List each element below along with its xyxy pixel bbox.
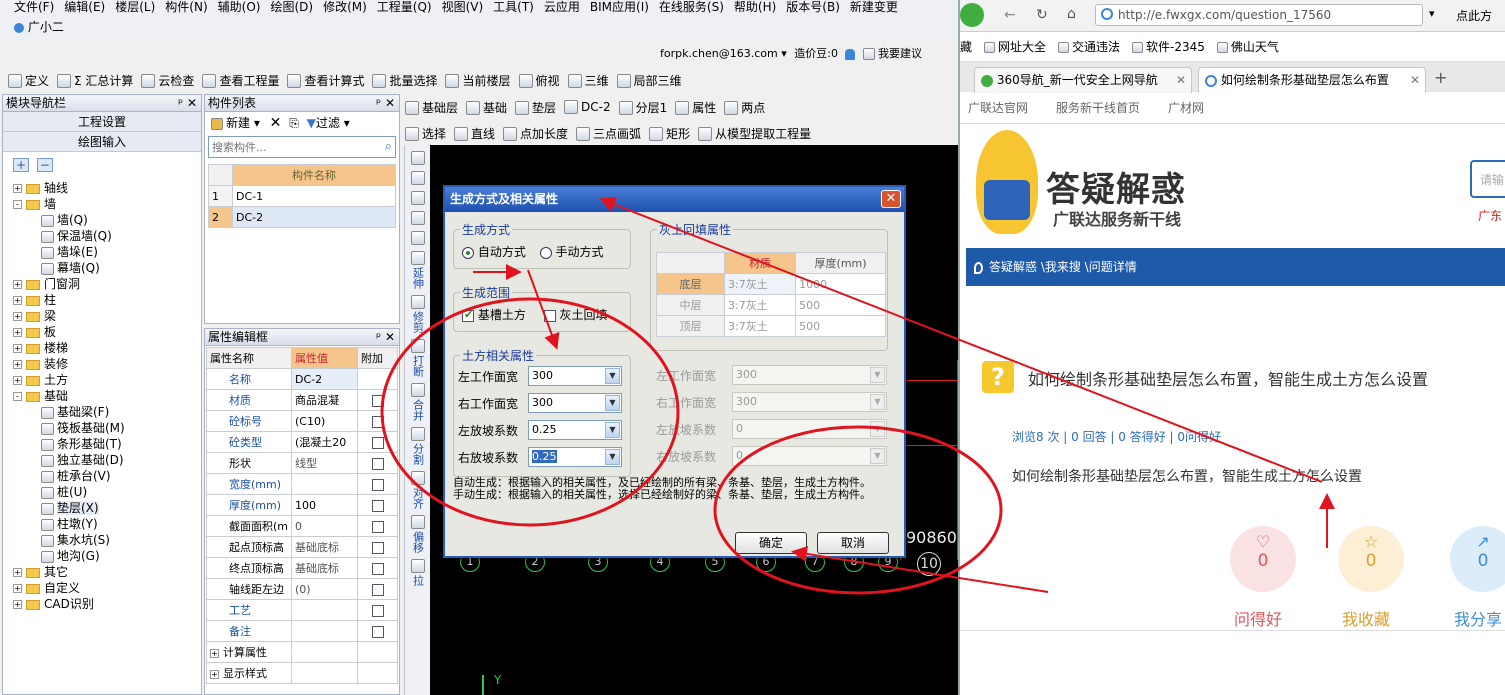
annotation-ellipse — [713, 425, 1003, 595]
annotation-arrow — [599, 196, 1323, 483]
annotation-overlay — [380, 196, 1335, 595]
annotation-arrow — [791, 545, 1049, 593]
annotation-ellipse — [380, 297, 680, 527]
annotation-arrow — [527, 269, 560, 350]
